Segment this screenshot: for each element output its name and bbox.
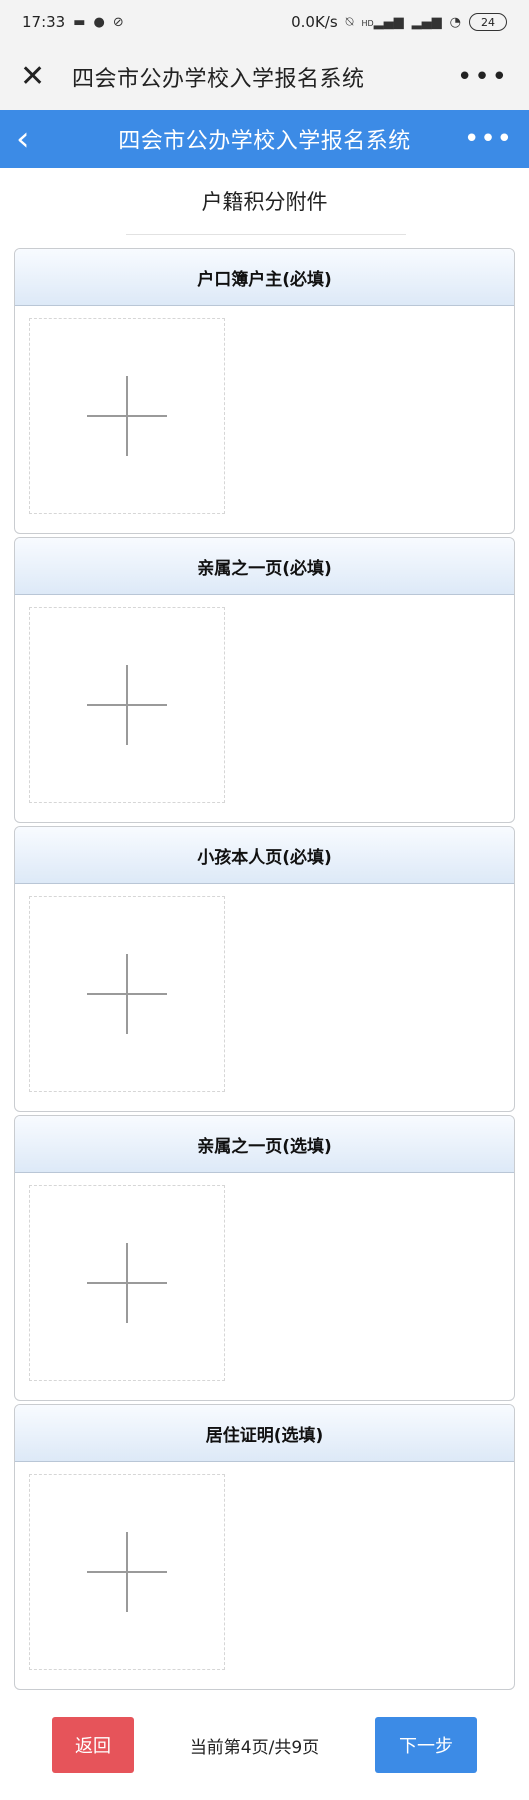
app-title: 四会市公办学校入学报名系统 xyxy=(118,129,411,154)
status-bar: 17:33 ▬ ● ⊘ 0.0K/s ⍉ HD▂▄▆ ▂▄▆ ◔ 24 xyxy=(0,0,529,44)
section-body xyxy=(15,884,514,1111)
message-icon: ▬ xyxy=(73,14,86,30)
status-right: 0.0K/s ⍉ HD▂▄▆ ▂▄▆ ◔ 24 xyxy=(291,13,507,31)
section-body xyxy=(15,306,514,533)
wechat-icon: ● xyxy=(93,14,105,30)
page-title: 户籍积分附件 xyxy=(201,190,328,214)
plus-icon xyxy=(87,1532,167,1612)
plus-icon xyxy=(87,954,167,1034)
plus-icon xyxy=(87,665,167,745)
signal-icon: ▂▄▆ xyxy=(411,14,442,30)
wechat-title: 四会市公办学校入学报名系统 xyxy=(72,67,365,92)
alarm-off-icon: ⍉ xyxy=(345,14,354,30)
attachment-section: 亲属之一页(必填) xyxy=(14,537,515,823)
attachment-section: 户口簿户主(必填) xyxy=(14,248,515,534)
back-arrow-icon[interactable]: ‹ xyxy=(16,122,76,156)
section-header: 户口簿户主(必填) xyxy=(15,249,514,306)
section-header: 亲属之一页(选填) xyxy=(15,1116,514,1173)
upload-box[interactable] xyxy=(29,318,225,514)
section-header: 小孩本人页(必填) xyxy=(15,827,514,884)
attachment-section: 居住证明(选填) xyxy=(14,1404,515,1690)
header-more-icon[interactable]: ••• xyxy=(453,124,513,154)
page-indicator: 当前第4页/共9页 xyxy=(189,1737,320,1758)
upload-box[interactable] xyxy=(29,607,225,803)
wifi-icon: ◔ xyxy=(449,14,461,30)
attachment-section: 小孩本人页(必填) xyxy=(14,826,515,1112)
footer-bar: 返回 当前第4页/共9页 下一步 xyxy=(0,1710,529,1780)
battery-icon: 24 xyxy=(469,13,507,31)
block-icon: ⊘ xyxy=(112,14,124,30)
plus-icon xyxy=(87,1243,167,1323)
more-icon[interactable]: ••• xyxy=(457,62,509,92)
upload-box[interactable] xyxy=(29,1185,225,1381)
close-icon[interactable]: ✕ xyxy=(20,62,56,92)
hd-signal-icon: HD▂▄▆ xyxy=(361,14,404,30)
net-speed: 0.0K/s xyxy=(291,13,338,31)
next-button[interactable]: 下一步 xyxy=(374,1717,477,1773)
status-left: 17:33 ▬ ● ⊘ xyxy=(22,13,124,31)
attachment-section: 亲属之一页(选填) xyxy=(14,1115,515,1401)
plus-icon xyxy=(87,376,167,456)
back-button[interactable]: 返回 xyxy=(52,1717,134,1773)
app-header: ‹ 四会市公办学校入学报名系统 ••• xyxy=(0,110,529,168)
section-body xyxy=(15,1173,514,1400)
section-header: 居住证明(选填) xyxy=(15,1405,514,1462)
title-divider xyxy=(126,234,406,235)
network-type: HD xyxy=(361,18,374,28)
section-body xyxy=(15,1462,514,1689)
section-body xyxy=(15,595,514,822)
status-time: 17:33 xyxy=(22,13,66,31)
attachment-sections: 户口簿户主(必填) 亲属之一页(必填) 小孩本人页(必填) 亲属之一页(选填) … xyxy=(14,248,515,1693)
upload-box[interactable] xyxy=(29,1474,225,1670)
section-header: 亲属之一页(必填) xyxy=(15,538,514,595)
upload-box[interactable] xyxy=(29,896,225,1092)
wechat-title-bar: ✕ 四会市公办学校入学报名系统 ••• xyxy=(0,44,529,110)
